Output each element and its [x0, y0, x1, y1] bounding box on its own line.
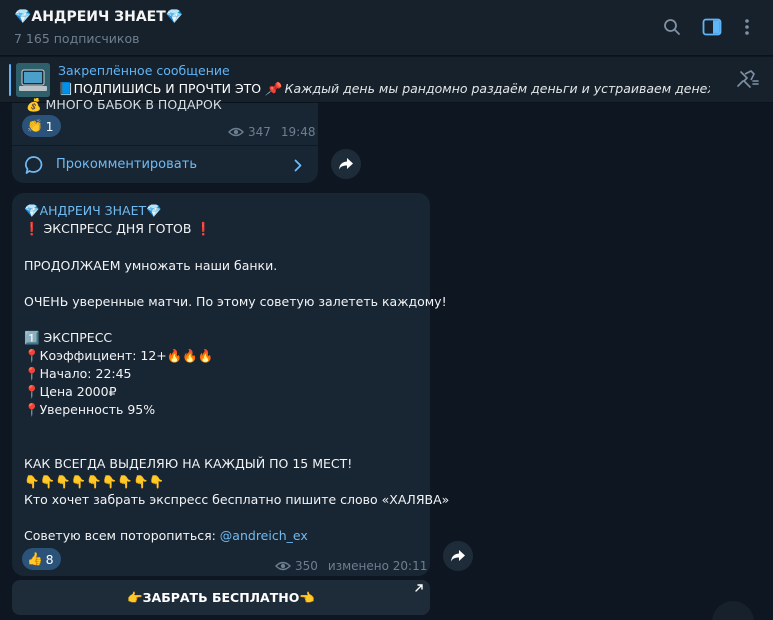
message-time: 19:48	[280, 125, 316, 139]
forward-button-main[interactable]	[443, 541, 473, 571]
message-cut-text: 💰 МНОГО БАБОК В ПОДАРОК	[26, 97, 222, 112]
express-coefficient: 📍Коэффициент: 12+🔥🔥🔥	[24, 348, 214, 363]
express-title: 1️⃣ ЭКСПРЕСС	[24, 330, 113, 345]
pinned-indicator	[9, 64, 11, 96]
reaction-clap[interactable]: 👏 1	[22, 115, 61, 137]
scroll-down-button[interactable]	[712, 601, 754, 620]
reaction-count: 8	[45, 551, 54, 567]
express-confidence: 📍Уверенность 95%	[24, 402, 156, 417]
reaction-thumbs-up[interactable]: 👍 8	[22, 548, 61, 570]
message-author[interactable]: 💎АНДРЕИЧ ЗНАЕТ💎	[24, 203, 162, 219]
views-count: 347	[248, 125, 271, 139]
unpin-icon[interactable]	[735, 69, 759, 91]
channel-title[interactable]: 💎АНДРЕИЧ ЗНАЕТ💎	[14, 9, 183, 25]
reaction-count: 1	[45, 118, 54, 134]
express-start: 📍Начало: 22:45	[24, 366, 132, 381]
edited-time: изменено 20:11	[327, 559, 428, 573]
comment-bubble-icon	[25, 156, 43, 174]
more-vertical-icon[interactable]	[736, 16, 758, 38]
pointing-down-emojis: 👇👇👇👇👇👇👇👇👇	[24, 474, 165, 489]
pinned-title: Закреплённое сообщение	[58, 63, 230, 78]
pinned-text-italic: 📌 Каждый день мы рандомно раздаём деньги…	[265, 81, 710, 96]
subscriber-count: 7 165 подписчиков	[14, 31, 140, 46]
comment-label: Прокомментировать	[56, 157, 197, 172]
message-line-heading: ❗ ЭКСПРЕСС ДНЯ ГОТОВ ❗	[24, 221, 212, 236]
claim-free-label: 👉ЗАБРАТЬ БЕСПЛАТНО👈	[127, 590, 315, 605]
sidebar-toggle-icon[interactable]	[701, 16, 723, 38]
message-line-5: Кто хочет забрать экспресс бесплатно пиш…	[24, 492, 450, 507]
forward-button-previous[interactable]	[331, 149, 361, 179]
views-eye-icon	[228, 127, 244, 137]
message-line-4: КАК ВСЕГДА ВЫДЕЛЯЮ НА КАЖДЫЙ ПО 15 МЕСТ!	[24, 456, 353, 471]
share-arrow-icon	[451, 550, 465, 562]
chevron-right-icon	[294, 159, 302, 172]
express-price: 📍Цена 2000₽	[24, 384, 117, 399]
search-icon[interactable]	[661, 16, 683, 38]
message-line-6: Советую всем поторопиться: @andreich_ex	[24, 528, 308, 543]
username-link[interactable]: @andreich_ex	[220, 528, 308, 543]
external-link-arrow-icon	[415, 584, 423, 592]
pinned-text: 📘ПОДПИШИСЬ И ПРОЧТИ ЭТО 📌 Каждый день мы…	[58, 81, 710, 97]
chat-header: 💎АНДРЕИЧ ЗНАЕТ💎 7 165 подписчиков	[0, 0, 773, 56]
pinned-thumbnail	[16, 63, 50, 97]
message-line-2: ПРОДОЛЖАЕМ умножать наши банки.	[24, 258, 278, 273]
views-eye-icon	[275, 561, 291, 571]
message-line-3: ОЧЕНЬ уверенные матчи. По этому советую …	[24, 294, 447, 309]
message-meta: 347 19:48	[228, 125, 316, 139]
share-arrow-icon	[339, 158, 353, 170]
views-count: 350	[295, 559, 318, 573]
message-previous[interactable]: 💰 МНОГО БАБОК В ПОДАРОК 👏 1 347 19:48 Пр…	[12, 97, 318, 183]
message-main[interactable]: 💎АНДРЕИЧ ЗНАЕТ💎 ❗ ЭКСПРЕСС ДНЯ ГОТОВ ❗ П…	[12, 193, 449, 576]
claim-free-button[interactable]: 👉ЗАБРАТЬ БЕСПЛАТНО👈	[12, 580, 430, 615]
clap-emoji-icon: 👏	[27, 118, 43, 133]
message-line-6-text: Советую всем поторопиться:	[24, 528, 220, 543]
pinned-text-strong: 📘ПОДПИШИСЬ И ПРОЧТИ ЭТО	[58, 81, 262, 96]
thumbs-up-emoji-icon: 👍	[27, 551, 43, 566]
comment-button[interactable]: Прокомментировать	[12, 145, 318, 183]
message-meta: 350 изменено 20:11	[275, 559, 427, 573]
